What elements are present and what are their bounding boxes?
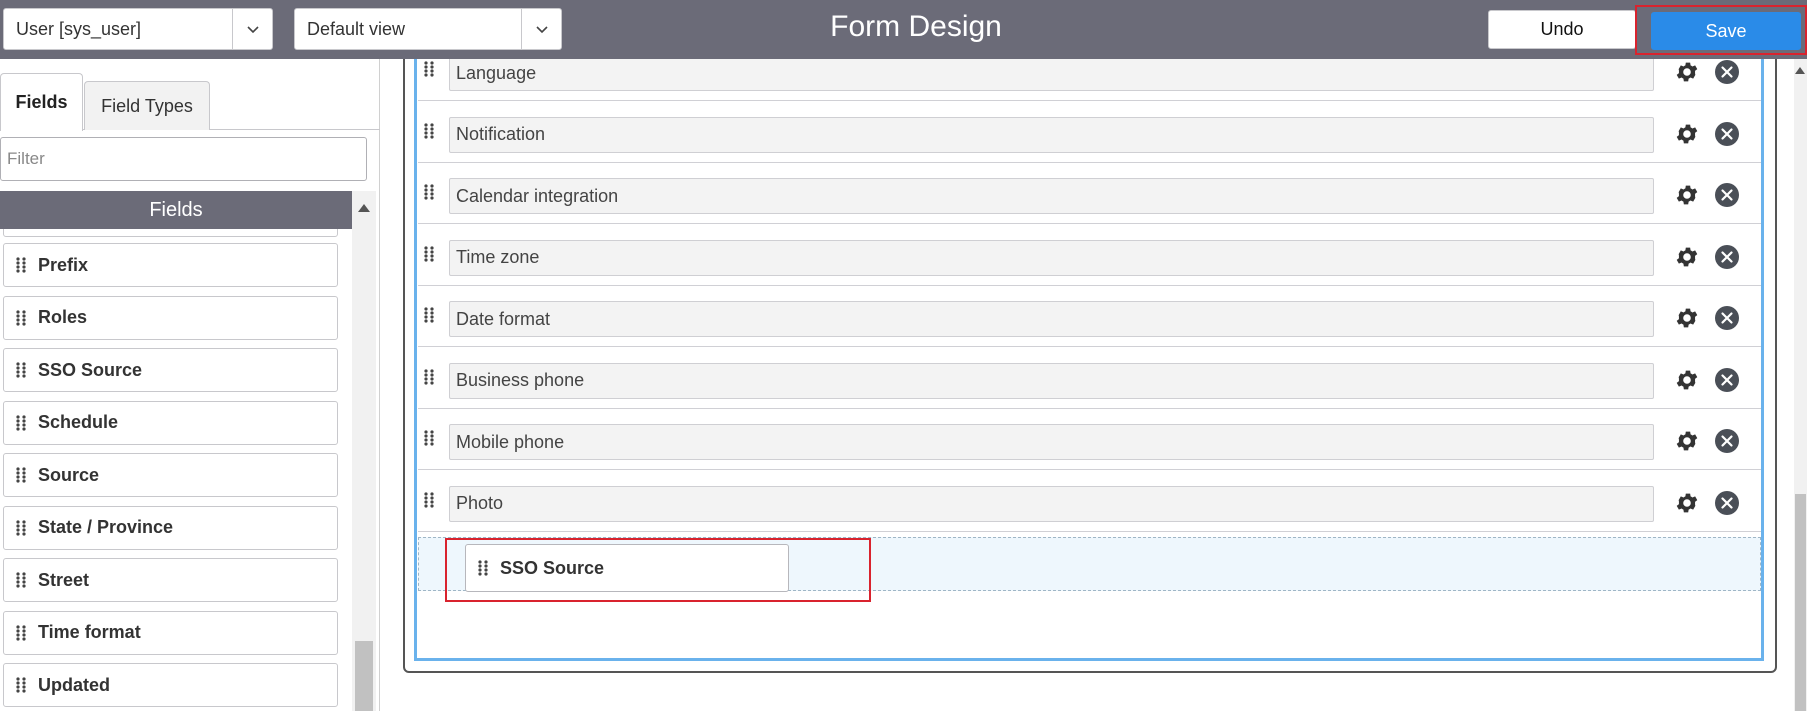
close-icon[interactable] xyxy=(1714,121,1740,147)
gear-icon[interactable] xyxy=(1674,367,1700,393)
page-title: Form Design xyxy=(830,10,1002,43)
drag-handle-icon[interactable] xyxy=(424,245,434,267)
fields-list: Prefix Roles SSO Source Schedule Source State… xyxy=(0,229,352,711)
field-list-item[interactable]: Prefix xyxy=(3,243,338,287)
field-list-item-label: Prefix xyxy=(38,254,89,275)
gear-icon[interactable] xyxy=(1674,244,1700,270)
form-field-label[interactable]: Date format xyxy=(449,301,1654,337)
drag-handle-icon[interactable] xyxy=(4,467,38,483)
form-field-row[interactable]: Time zone xyxy=(418,227,1761,286)
form-field-row[interactable]: Calendar integration xyxy=(418,166,1761,224)
drag-handle-icon[interactable] xyxy=(4,309,38,326)
form-field-row[interactable]: Notification xyxy=(418,104,1761,163)
view-select-value: Default view xyxy=(307,18,406,39)
field-list-item-label: Schedule xyxy=(38,412,119,432)
drop-highlight xyxy=(445,538,871,602)
close-icon[interactable] xyxy=(1714,59,1740,85)
gear-icon[interactable] xyxy=(1674,121,1700,147)
field-list-item-label: SSO Source xyxy=(38,359,143,380)
drag-handle-icon[interactable] xyxy=(424,184,434,205)
field-list-item[interactable]: SSO Source xyxy=(3,348,338,392)
gear-icon[interactable] xyxy=(1674,59,1700,85)
form-field-label[interactable]: Time zone xyxy=(449,239,1654,276)
fields-scrollbar[interactable] xyxy=(352,191,376,711)
form-field-row[interactable]: Photo xyxy=(418,473,1761,532)
field-list-item[interactable]: Time format xyxy=(3,610,338,655)
form-field-label[interactable]: Language xyxy=(449,59,1654,91)
drag-handle-icon[interactable] xyxy=(424,368,434,390)
gear-icon[interactable] xyxy=(1674,305,1700,331)
gear-icon[interactable] xyxy=(1674,490,1700,516)
fields-section-header: Fields xyxy=(0,191,352,229)
close-icon[interactable] xyxy=(1714,305,1740,331)
chevron-down-icon[interactable] xyxy=(521,9,561,49)
field-list-item-partial[interactable] xyxy=(3,229,338,237)
form-field-label[interactable]: Mobile phone xyxy=(449,424,1654,460)
drag-handle-icon[interactable] xyxy=(4,624,38,641)
form-field-label[interactable]: Business phone xyxy=(449,362,1654,399)
chevron-down-icon[interactable] xyxy=(232,9,272,49)
form-field-row[interactable]: Mobile phone xyxy=(418,412,1761,470)
field-list-item-label: Updated xyxy=(38,674,110,695)
form-field-label[interactable]: Photo xyxy=(449,485,1654,522)
field-list-item-label: Street xyxy=(38,569,90,590)
gear-icon[interactable] xyxy=(1674,428,1700,454)
drag-handle-icon[interactable] xyxy=(424,122,434,144)
save-button[interactable]: Save xyxy=(1651,12,1801,50)
gear-icon[interactable] xyxy=(1674,182,1700,208)
save-highlight: Save xyxy=(1635,5,1807,55)
view-select[interactable]: Default view xyxy=(294,8,562,50)
form-field-row[interactable]: Language xyxy=(418,59,1761,101)
field-list-item[interactable]: State / Province xyxy=(3,505,338,550)
drag-handle-icon[interactable] xyxy=(424,307,434,328)
drag-handle-icon[interactable] xyxy=(4,519,38,536)
form-canvas: Language Notification Calendar integration… xyxy=(381,59,1807,711)
drag-handle-icon[interactable] xyxy=(4,414,38,431)
field-list-item[interactable]: Updated xyxy=(3,663,338,707)
form-field-label[interactable]: Notification xyxy=(449,116,1654,153)
field-list-item-label: Roles xyxy=(38,307,88,327)
close-icon[interactable] xyxy=(1714,244,1740,270)
field-list-item[interactable]: Schedule xyxy=(3,400,338,445)
field-list-item[interactable]: Roles xyxy=(3,295,338,340)
drag-handle-icon[interactable] xyxy=(4,572,38,588)
scroll-up-icon[interactable] xyxy=(358,204,370,212)
drag-handle-icon[interactable] xyxy=(424,61,434,82)
form-scrollbar[interactable] xyxy=(1794,59,1807,711)
tab-fields[interactable]: Fields xyxy=(0,73,83,131)
tab-field-types[interactable]: Field Types xyxy=(84,81,210,130)
drag-handle-icon[interactable] xyxy=(4,257,38,273)
filter-input[interactable] xyxy=(0,137,367,181)
header-bar: User [sys_user] Default view Form Design… xyxy=(0,0,1807,59)
panel-tabs: Fields Field Types xyxy=(0,73,380,131)
left-panel: Fields Field Types Fields Prefix Roles SSO… xyxy=(0,59,380,711)
scroll-thumb[interactable] xyxy=(355,641,373,711)
field-list-item[interactable]: Street xyxy=(3,558,338,602)
drag-handle-icon[interactable] xyxy=(4,362,38,378)
table-select[interactable]: User [sys_user] xyxy=(3,8,273,50)
field-list-item-label: State / Province xyxy=(38,517,174,537)
close-icon[interactable] xyxy=(1714,367,1740,393)
scroll-up-icon[interactable] xyxy=(1795,67,1805,74)
undo-button[interactable]: Undo xyxy=(1488,10,1636,49)
close-icon[interactable] xyxy=(1714,182,1740,208)
close-icon[interactable] xyxy=(1714,490,1740,516)
form-field-row[interactable]: Date format xyxy=(418,289,1761,347)
field-list-item[interactable]: Source xyxy=(3,453,338,497)
scroll-thumb[interactable] xyxy=(1795,494,1806,711)
field-list-item-label: Source xyxy=(38,464,100,485)
form-field-row[interactable]: Business phone xyxy=(418,350,1761,409)
drag-handle-icon[interactable] xyxy=(424,430,434,451)
drag-handle-icon[interactable] xyxy=(4,677,38,693)
table-select-value: User [sys_user] xyxy=(16,18,142,39)
form-field-label[interactable]: Calendar integration xyxy=(449,178,1654,214)
drag-handle-icon[interactable] xyxy=(424,491,434,513)
close-icon[interactable] xyxy=(1714,428,1740,454)
field-list-item-label: Time format xyxy=(38,622,141,642)
